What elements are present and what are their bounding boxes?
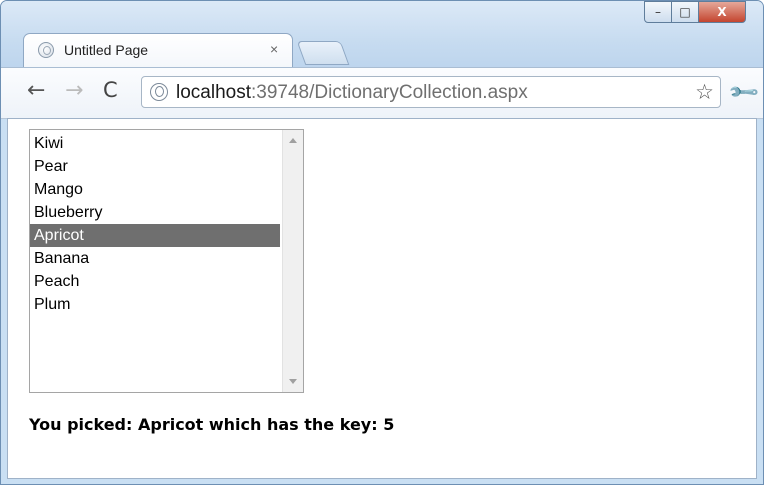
fruit-listbox[interactable]: Kiwi Pear Mango Blueberry Apricot Banana Peach… xyxy=(29,129,304,393)
list-item[interactable]: Plum xyxy=(30,293,280,316)
listbox-items: Kiwi Pear Mango Blueberry Apricot Banana Peach… xyxy=(30,132,280,316)
page-info-globe-icon[interactable] xyxy=(150,83,168,101)
list-item[interactable]: Mango xyxy=(30,178,280,201)
title-bar: Untitled Page × – □ X xyxy=(1,1,763,71)
list-item[interactable]: Peach xyxy=(30,270,280,293)
url-text[interactable]: localhost:39748/DictionaryCollection.asp… xyxy=(176,82,528,104)
minimize-button[interactable]: – xyxy=(644,1,672,23)
scroll-down-arrow-icon[interactable] xyxy=(289,379,297,384)
browser-toolbar: ← → C localhost:39748/DictionaryCollecti… xyxy=(1,67,763,119)
scroll-up-arrow-icon[interactable] xyxy=(289,138,297,143)
bookmark-star-icon[interactable]: ☆ xyxy=(695,80,714,104)
reload-icon[interactable]: C xyxy=(103,78,118,102)
close-window-button[interactable]: X xyxy=(698,1,746,23)
tab-title: Untitled Page xyxy=(64,42,149,58)
url-path: :39748/DictionaryCollection.aspx xyxy=(251,82,528,103)
list-item[interactable]: Apricot xyxy=(30,224,280,247)
tab-untitled-page[interactable]: Untitled Page × xyxy=(23,33,293,67)
list-item[interactable]: Kiwi xyxy=(30,132,280,155)
url-host: localhost xyxy=(176,82,251,103)
forward-arrow-icon[interactable]: → xyxy=(65,78,83,103)
page-favicon-icon xyxy=(38,42,54,58)
back-arrow-icon[interactable]: ← xyxy=(27,78,45,103)
list-item[interactable]: Pear xyxy=(30,155,280,178)
maximize-button[interactable]: □ xyxy=(671,1,699,23)
browser-window: Untitled Page × – □ X ← → C localhost:39… xyxy=(0,0,764,485)
wrench-menu-icon[interactable]: 🔧 xyxy=(726,75,761,110)
listbox-scrollbar[interactable] xyxy=(282,130,303,392)
tab-close-icon[interactable]: × xyxy=(270,41,278,57)
page-content: Kiwi Pear Mango Blueberry Apricot Banana Peach… xyxy=(7,118,757,479)
list-item[interactable]: Blueberry xyxy=(30,201,280,224)
address-bar[interactable]: localhost:39748/DictionaryCollection.asp… xyxy=(141,76,721,108)
list-item[interactable]: Banana xyxy=(30,247,280,270)
result-label: You picked: Apricot which has the key: 5 xyxy=(29,415,395,434)
new-tab-button[interactable] xyxy=(296,41,350,65)
